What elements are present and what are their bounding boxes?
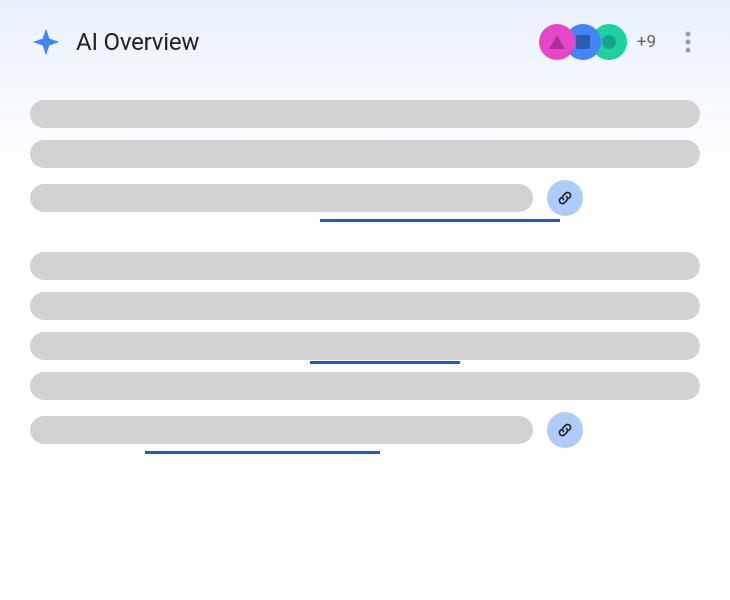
skeleton-line [30,332,700,360]
skeleton-line [30,180,700,216]
skeleton-bar [30,332,700,360]
link-button[interactable] [547,412,583,448]
content-block [30,100,700,216]
avatar-stack[interactable]: +9 [539,24,656,60]
skeleton-line [30,252,700,280]
link-underline [145,451,380,454]
skeleton-line [30,412,700,448]
skeleton-line [30,372,700,400]
link-underline [310,361,460,364]
skeleton-bar [30,292,700,320]
sparkle-icon [30,26,62,58]
skeleton-line [30,100,700,128]
skeleton-line [30,292,700,320]
header: AI Overview +9 [0,0,730,80]
skeleton-bar [30,184,533,212]
content-area [0,80,730,504]
skeleton-bar [30,252,700,280]
avatar-1[interactable] [539,24,575,60]
skeleton-bar [30,416,533,444]
link-underline [320,219,560,222]
skeleton-bar [30,372,700,400]
link-button[interactable] [547,180,583,216]
avatar-overflow-count[interactable]: +9 [637,32,656,52]
skeleton-bar [30,140,700,168]
skeleton-bar [30,100,700,128]
content-block [30,252,700,448]
skeleton-line [30,140,700,168]
more-options-button[interactable] [676,30,700,54]
page-title: AI Overview [76,28,539,56]
